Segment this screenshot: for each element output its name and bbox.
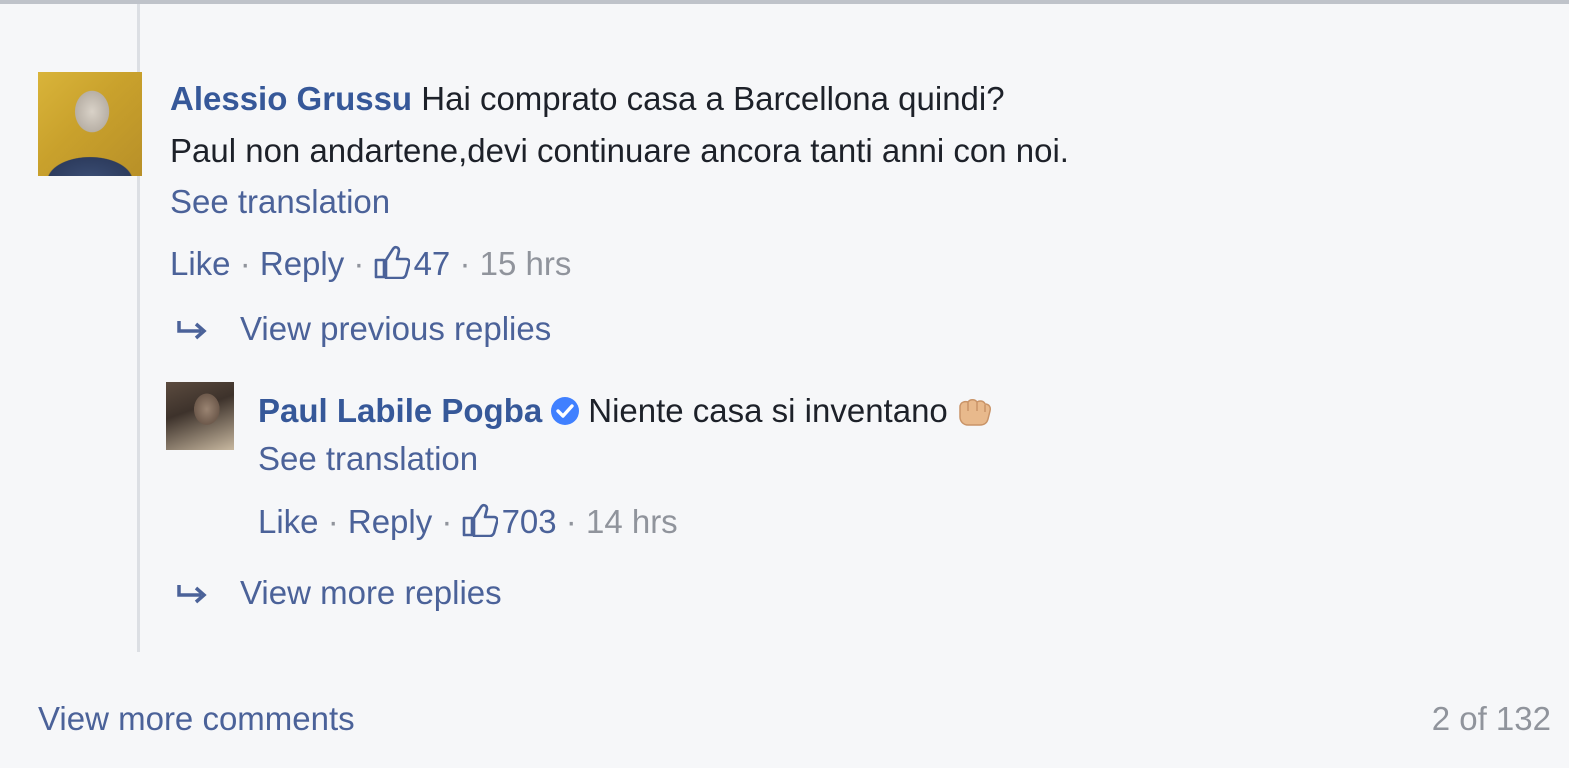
comment-text: Hai comprato casa a Barcellona quindi? bbox=[421, 80, 1005, 117]
reply-button[interactable]: Reply bbox=[260, 245, 344, 282]
view-previous-replies-link[interactable]: View previous replies bbox=[240, 310, 551, 348]
thumbs-up-icon bbox=[462, 503, 498, 537]
reply-arrow-icon bbox=[177, 585, 207, 604]
comment-author-name[interactable]: Alessio Grussu bbox=[170, 80, 412, 117]
reply-arrow-icon bbox=[177, 321, 207, 340]
reply-text: Niente casa si inventano bbox=[588, 392, 948, 429]
avatar[interactable] bbox=[38, 72, 142, 176]
thumbs-up-icon bbox=[374, 245, 410, 279]
like-count-value: 47 bbox=[413, 245, 451, 282]
timestamp[interactable]: 14 hrs bbox=[586, 503, 678, 540]
timestamp[interactable]: 15 hrs bbox=[480, 245, 572, 282]
separator: · bbox=[318, 503, 348, 540]
comment-pager: 2 of 132 bbox=[1431, 700, 1551, 737]
see-translation-link[interactable]: See translation bbox=[170, 183, 390, 221]
reply-button[interactable]: Reply bbox=[348, 503, 432, 540]
reply-author-name[interactable]: Paul Labile Pogba bbox=[258, 392, 542, 429]
like-count[interactable]: 703 bbox=[462, 503, 557, 540]
separator: · bbox=[344, 245, 374, 282]
top-border bbox=[0, 0, 1569, 4]
avatar[interactable] bbox=[166, 382, 234, 450]
like-count[interactable]: 47 bbox=[374, 245, 451, 282]
view-more-comments-link[interactable]: View more comments bbox=[38, 700, 355, 738]
separator: · bbox=[556, 503, 586, 540]
comment-actions: Like · Reply · 47 · 15 hrs bbox=[170, 245, 571, 283]
reply-body: Paul Labile Pogba Niente casa si inventan… bbox=[258, 392, 992, 430]
comment-body-line1: Alessio Grussu Hai comprato casa a Barce… bbox=[170, 80, 1005, 118]
like-count-value: 703 bbox=[501, 503, 557, 540]
verified-badge-icon bbox=[551, 397, 580, 425]
reply-actions: Like · Reply · 703 · 14 hrs bbox=[258, 503, 678, 541]
like-button[interactable]: Like bbox=[170, 245, 231, 282]
view-more-replies-link[interactable]: View more replies bbox=[240, 574, 502, 612]
separator: · bbox=[450, 245, 480, 282]
like-button[interactable]: Like bbox=[258, 503, 319, 540]
comment-text-line2: Paul non andartene,devi continuare ancor… bbox=[170, 132, 1069, 169]
see-translation-link[interactable]: See translation bbox=[258, 440, 478, 478]
separator: · bbox=[230, 245, 260, 282]
separator: · bbox=[432, 503, 462, 540]
fist-emoji-icon bbox=[959, 399, 991, 426]
